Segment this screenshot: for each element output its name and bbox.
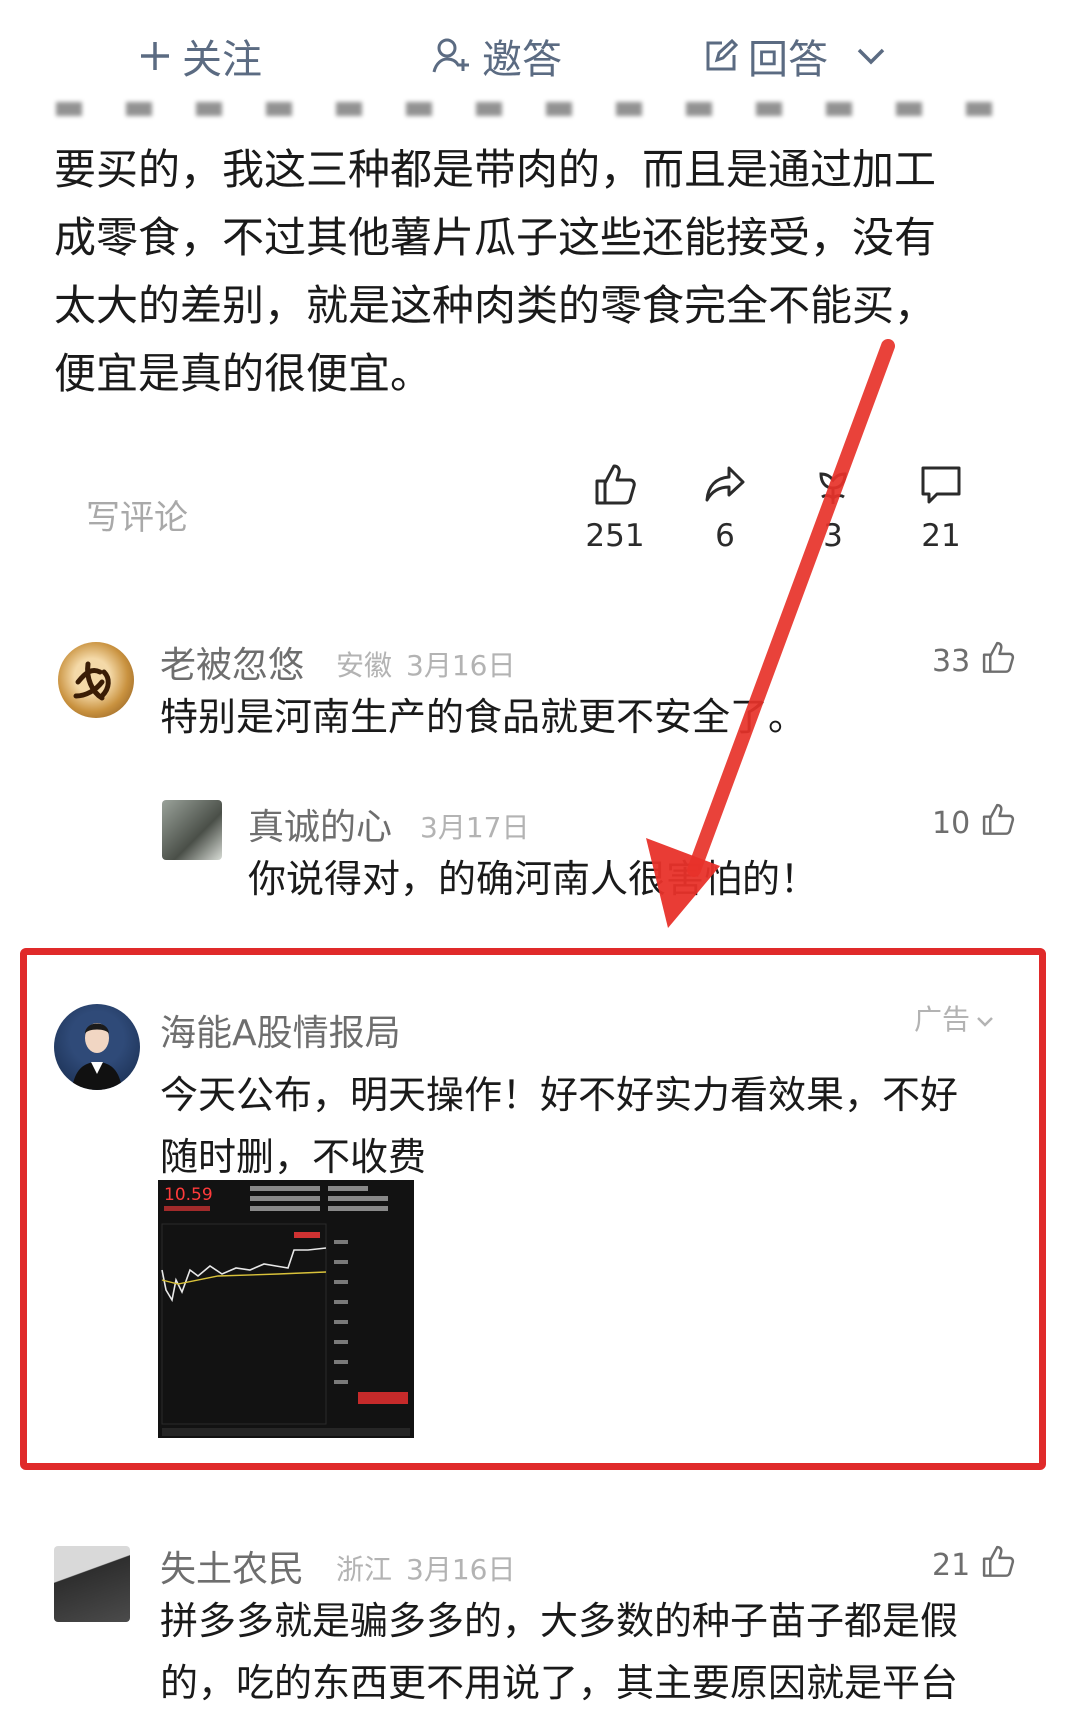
invite-user-icon [432,37,472,75]
comment-text: 你说得对，的确河南人很害怕的！ [248,857,819,901]
ad-text-line: 随时删，不收费 [160,1135,427,1179]
comment-text: 特别是河南生产的食品就更不安全了。 [160,695,807,739]
answer-body: 要买的，我这三种都是带肉的，而且是通过加工 成零食，不过其他薯片瓜子这些还能接受… [54,136,1034,408]
comment-like-button[interactable]: 10 [932,802,1016,844]
avatar[interactable] [162,800,222,860]
thumbs-up-icon [980,640,1016,682]
answer-line: 便宜是真的很便宜。 [54,349,433,398]
comment-text: 拼多多就是骗多多的，大多数的种子苗子都是假 的，吃的东西更不用说了，其主要原因就… [160,1590,1040,1714]
comment-date: 3月17日 [420,811,530,844]
answer-button[interactable]: 回答 [704,28,886,84]
comment-author[interactable]: 老被忽悠 [160,636,304,688]
comment-like-count: 33 [932,643,971,679]
avatar[interactable] [58,642,134,718]
comment-date: 3月16日 [406,1553,516,1586]
share-arrow-icon [680,462,770,506]
comment-count: 21 [921,518,961,554]
comment-location: 安徽 [336,649,393,682]
comment-bubble-icon [896,462,986,506]
ad-tag-text: 广告 [913,1003,970,1036]
favorite-button[interactable]: 3 [788,462,878,554]
thumbs-up-icon [980,802,1016,844]
comment-like-button[interactable]: 33 [932,640,1016,682]
answer-line: 成零食，不过其他薯片瓜子这些还能接受，没有 [54,213,937,262]
avatar[interactable] [54,1004,140,1090]
comment-author[interactable]: 真诚的心 [248,798,392,850]
comment-button[interactable]: 21 [896,462,986,554]
chevron-down-icon[interactable] [856,46,886,66]
stock-chart-image[interactable]: 10.59 [158,1180,414,1438]
thumbs-up-icon [570,462,660,506]
clipped-text-line [56,102,1016,116]
comment-date: 3月16日 [406,649,516,682]
thumbs-up-icon [980,1544,1016,1586]
invite-button[interactable]: 邀答 [432,28,562,84]
answer-line: 要买的，我这三种都是带肉的，而且是通过加工 [54,145,937,194]
comment-author[interactable]: 失土农民 [160,1540,304,1592]
ad-text: 今天公布，明天操作！好不好实力看效果，不好 随时删，不收费 [160,1064,1040,1188]
avatar[interactable] [54,1546,130,1622]
top-action-bar: 关注 邀答 回答 [0,0,1080,110]
follow-button[interactable]: 关注 [138,28,262,84]
share-count: 6 [715,518,735,554]
answer-label: 回答 [748,37,828,83]
share-button[interactable]: 6 [680,462,770,554]
invite-label: 邀答 [482,37,562,83]
favorite-count: 3 [823,518,843,554]
chart-price-label: 10.59 [164,1185,213,1205]
comment-like-count: 21 [932,1547,971,1583]
ad-author[interactable]: 海能A股情报局 [160,1004,401,1056]
flower-icon [788,462,878,506]
plus-icon [138,39,172,73]
write-comment-input[interactable]: 写评论 [86,490,188,539]
edit-icon [704,39,738,73]
comment-location: 浙江 [336,1553,393,1586]
comment-text-line: 拼多多就是骗多多的，大多数的种子苗子都是假 [160,1599,959,1643]
like-count: 251 [585,518,645,554]
chevron-down-icon [976,1002,994,1035]
ad-label[interactable]: 广告 [914,998,994,1038]
comment-text-line: 的，吃的东西更不用说了，其主要原因就是平台 [160,1661,959,1705]
comment-like-button[interactable]: 21 [932,1544,1016,1586]
ad-text-line: 今天公布，明天操作！好不好实力看效果，不好 [160,1073,959,1117]
answer-line: 太大的差别，就是这种肉类的零食完全不能买， [54,281,937,330]
comment-like-count: 10 [932,805,971,841]
follow-label: 关注 [182,37,262,83]
like-button[interactable]: 251 [570,462,660,554]
